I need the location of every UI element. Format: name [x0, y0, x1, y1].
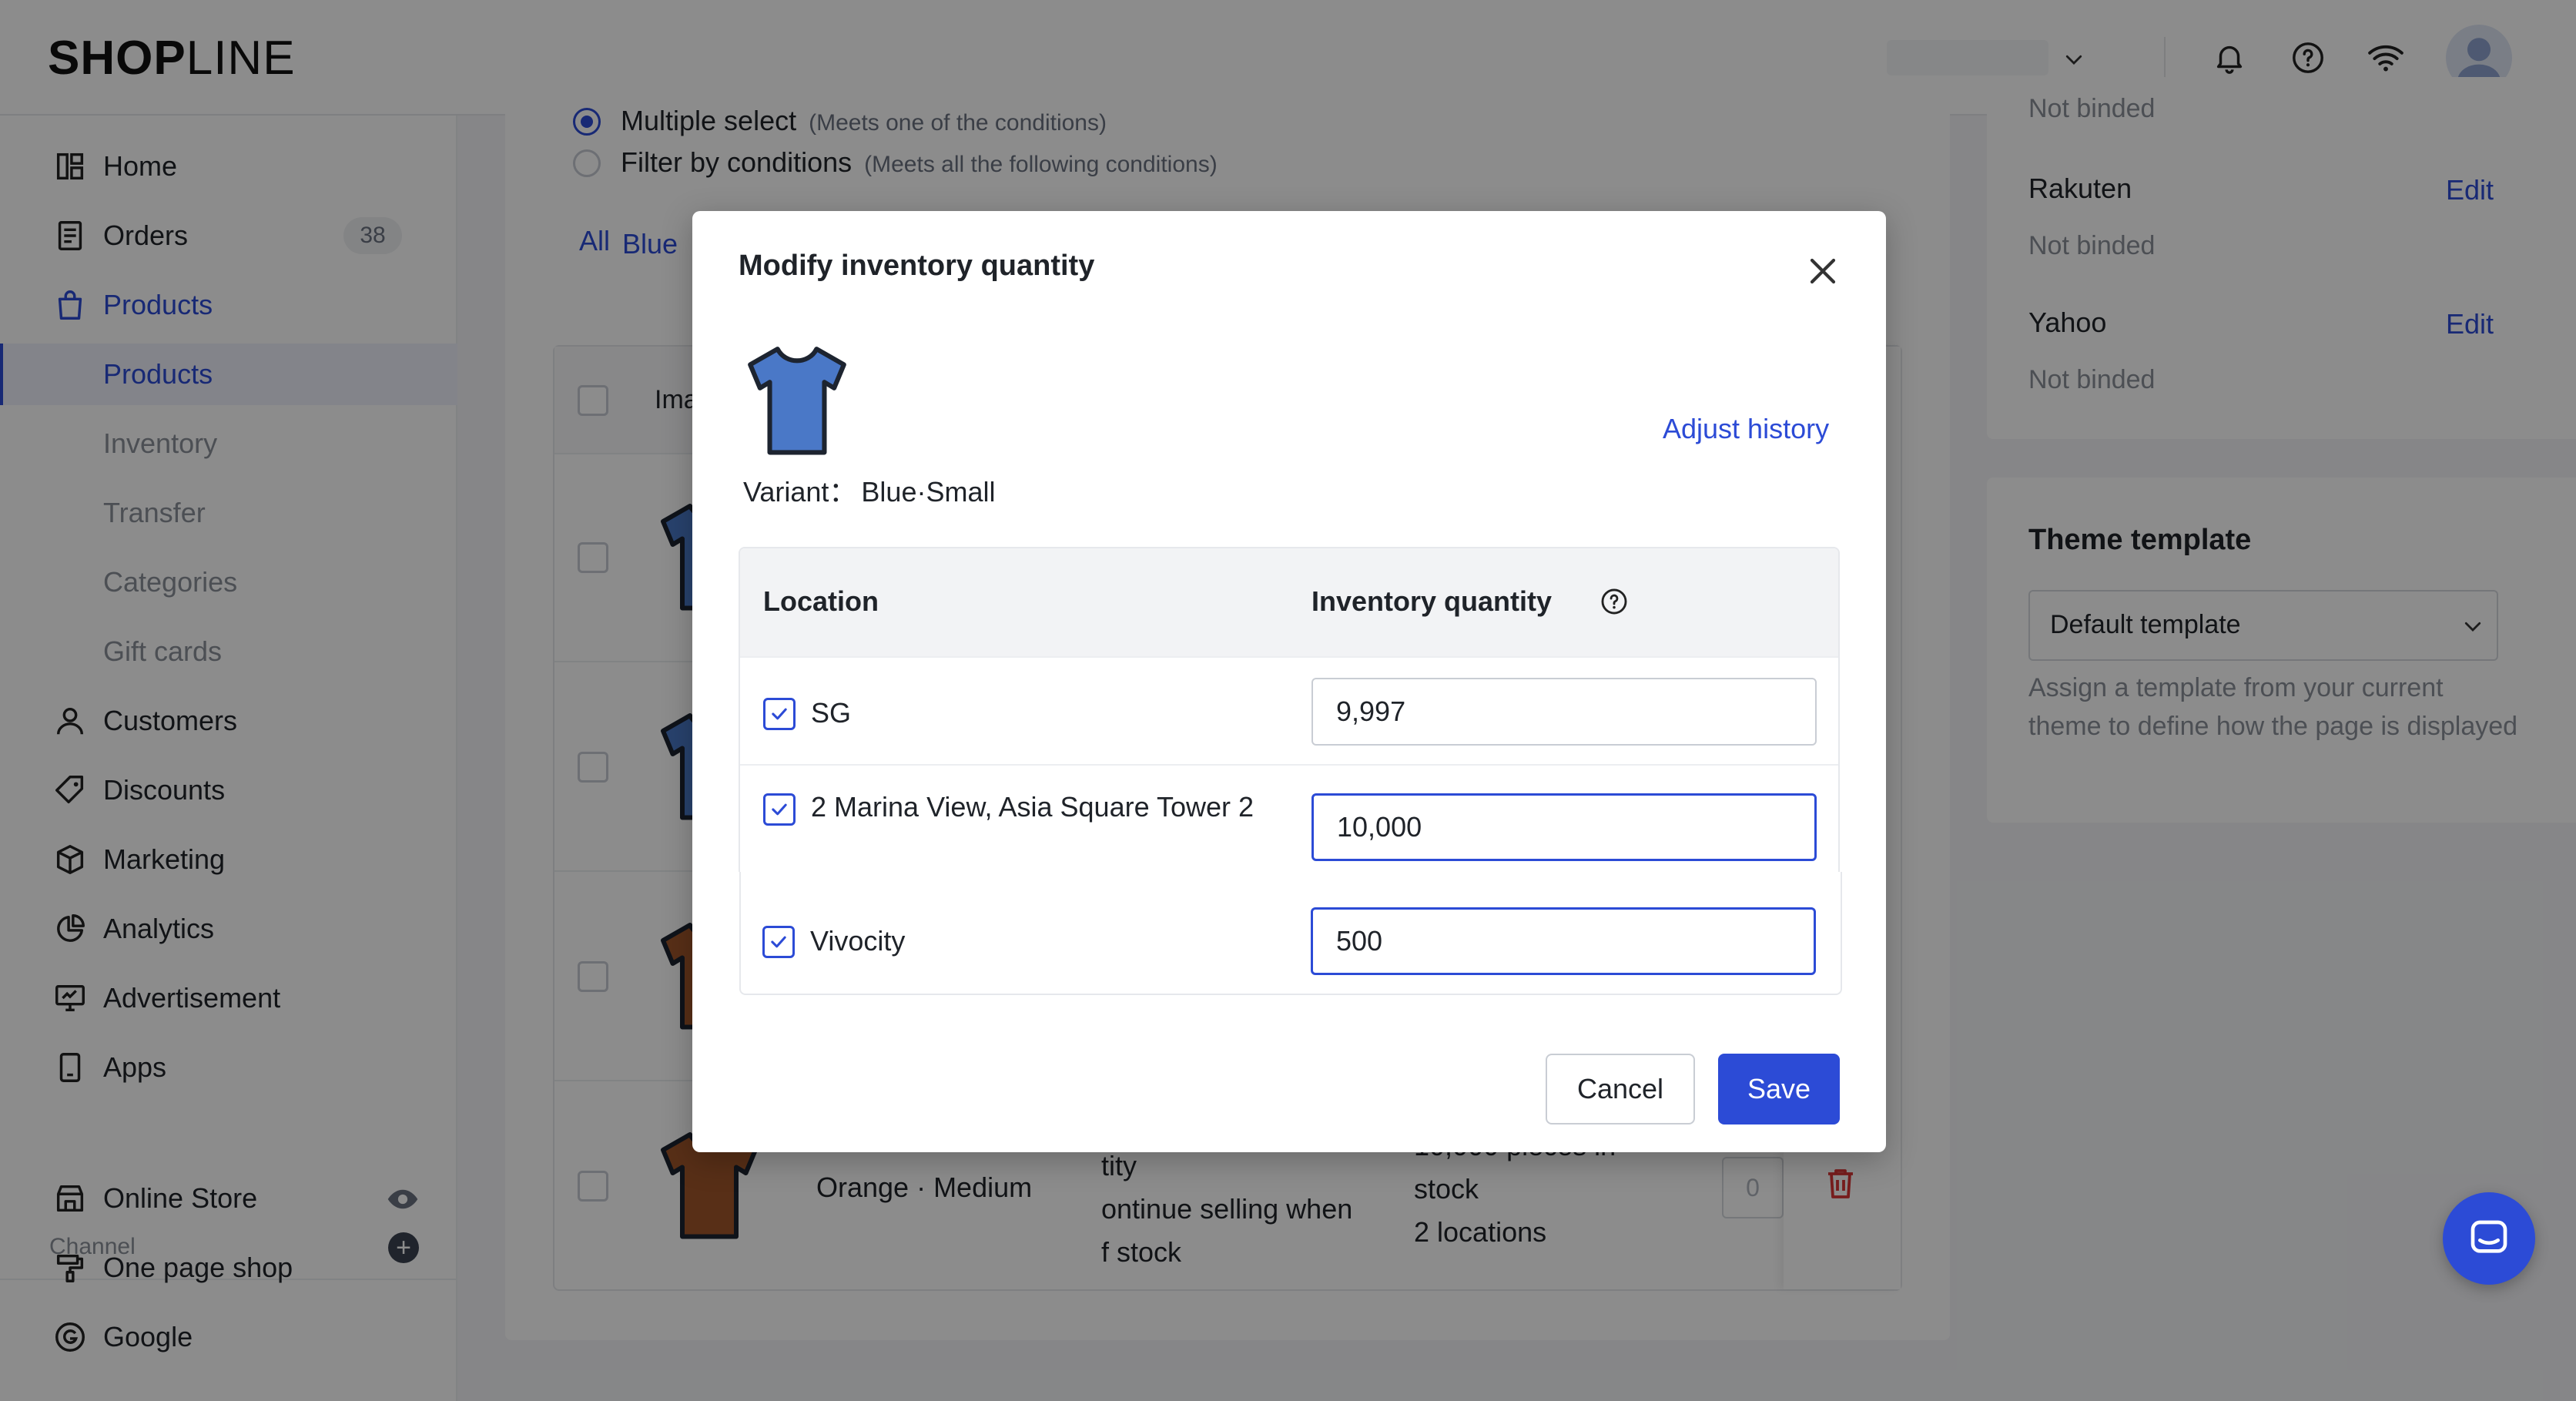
- chat-support-button[interactable]: [2443, 1192, 2535, 1285]
- close-icon[interactable]: [1801, 250, 1844, 293]
- table-header: Location Inventory quantity: [740, 548, 1838, 656]
- location-checkbox[interactable]: [762, 926, 795, 958]
- save-button[interactable]: Save: [1718, 1054, 1840, 1124]
- variant-value: Blue·Small: [861, 476, 996, 508]
- column-header-quantity: Inventory quantity: [1311, 585, 1553, 617]
- cancel-button[interactable]: Cancel: [1546, 1054, 1695, 1124]
- adjust-history-link[interactable]: Adjust history: [1663, 413, 1829, 445]
- table-row: SG 9,997: [740, 656, 1838, 764]
- table-row: Vivocity 500: [739, 872, 1842, 995]
- variant-line: Variant： Blue·Small: [743, 476, 996, 508]
- location-name: 2 Marina View, Asia Square Tower 2: [811, 791, 1254, 823]
- quantity-input[interactable]: 10,000: [1311, 793, 1817, 861]
- location-name: Vivocity: [810, 925, 906, 957]
- modal-footer: Cancel Save: [692, 1000, 1886, 1152]
- location-checkbox[interactable]: [763, 698, 796, 730]
- modal-title: Modify inventory quantity: [739, 250, 1095, 282]
- variant-thumbnail: [748, 347, 846, 455]
- quantity-input[interactable]: 9,997: [1311, 678, 1817, 746]
- location-name: SG: [811, 697, 852, 729]
- quantity-input[interactable]: 500: [1311, 907, 1816, 975]
- chat-icon: [2470, 1220, 2507, 1253]
- column-header-location: Location: [763, 585, 879, 617]
- table-row: 2 Marina View, Asia Square Tower 2 10,00…: [740, 764, 1838, 881]
- help-icon[interactable]: [1600, 587, 1629, 616]
